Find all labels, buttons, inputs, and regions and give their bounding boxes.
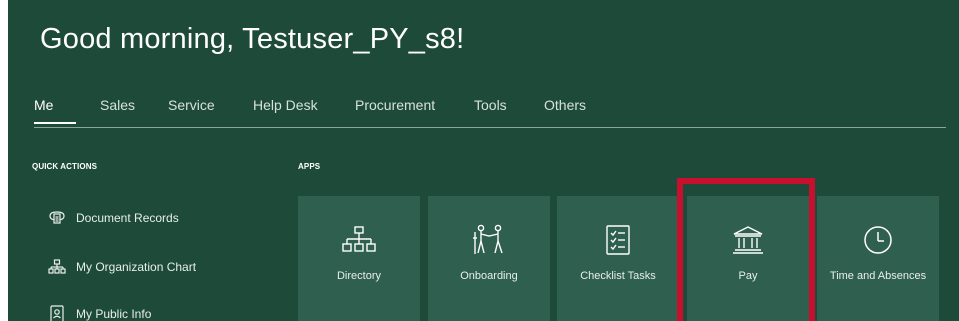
- tabs-divider: [34, 127, 946, 128]
- tab-sales[interactable]: Sales: [100, 97, 135, 113]
- checklist-icon: [557, 222, 679, 258]
- apps-heading: APPS: [298, 162, 321, 171]
- navigation-tabs: Me Sales Service Help Desk Procurement T…: [8, 97, 959, 129]
- quick-action-my-public-info[interactable]: My Public Info: [46, 302, 151, 321]
- app-tile-label: Pay: [738, 270, 758, 282]
- quick-action-document-records[interactable]: Document Records: [46, 206, 179, 230]
- quick-actions-heading: QUICK ACTIONS: [32, 162, 98, 171]
- tab-others[interactable]: Others: [544, 97, 586, 113]
- quick-action-label: Document Records: [76, 211, 179, 225]
- app-tile-pay[interactable]: Pay: [687, 196, 809, 321]
- greeting-heading: Good morning, Testuser_PY_s8!: [40, 23, 465, 55]
- clock-icon: [817, 222, 939, 258]
- app-tile-label: Checklist Tasks: [580, 270, 656, 282]
- app-tile-label: Onboarding: [460, 270, 518, 282]
- app-tile-directory[interactable]: Directory: [298, 196, 420, 321]
- directory-icon: [298, 222, 420, 258]
- onboarding-icon: [428, 222, 550, 258]
- app-tile-checklist-tasks[interactable]: Checklist Tasks: [557, 196, 679, 321]
- tab-service[interactable]: Service: [168, 97, 215, 113]
- app-tile-label: Directory: [336, 270, 381, 282]
- tab-help-desk[interactable]: Help Desk: [253, 97, 318, 113]
- id-badge-icon: [46, 303, 68, 321]
- quick-action-my-organization-chart[interactable]: My Organization Chart: [46, 255, 196, 279]
- quick-action-label: My Public Info: [76, 307, 152, 321]
- active-tab-indicator: [34, 122, 76, 124]
- bank-icon: [687, 222, 809, 258]
- tab-me[interactable]: Me: [34, 97, 53, 113]
- app-tile-label: Time and Absences: [829, 270, 927, 282]
- home-page: Good morning, Testuser_PY_s8! Me Sales S…: [8, 0, 959, 321]
- quick-action-label: My Organization Chart: [76, 260, 197, 274]
- tab-tools[interactable]: Tools: [474, 97, 507, 113]
- org-chart-icon: [46, 256, 68, 278]
- tab-procurement[interactable]: Procurement: [355, 97, 435, 113]
- app-tile-onboarding[interactable]: Onboarding: [428, 196, 550, 321]
- app-tile-time-and-absences[interactable]: Time and Absences: [817, 196, 939, 321]
- document-records-icon: [46, 207, 68, 229]
